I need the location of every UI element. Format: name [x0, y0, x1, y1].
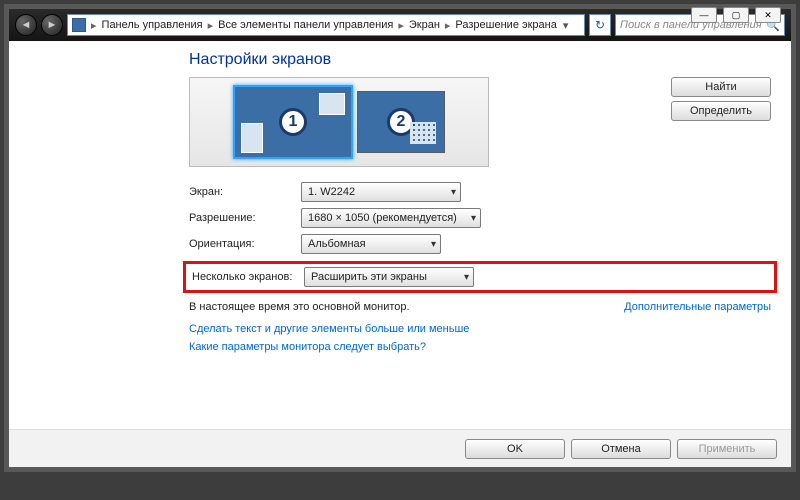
primary-monitor-note: В настоящее время это основной монитор. …	[189, 301, 771, 313]
row-multiple-displays-highlighted: Несколько экранов: Расширить эти экраны	[183, 261, 777, 293]
breadcrumb-item[interactable]: Экран	[409, 19, 440, 31]
breadcrumb-item[interactable]: Панель управления	[102, 19, 203, 31]
monitor-number: 1	[279, 108, 307, 136]
preview-buttons: Найти Определить	[671, 77, 771, 121]
display-preview-row: 1 2 Найти Определить	[189, 77, 771, 167]
minimize-button[interactable]: —	[691, 7, 717, 23]
page-title: Настройки экранов	[189, 51, 771, 69]
control-panel-icon	[72, 18, 86, 32]
monitor-1[interactable]: 1	[233, 85, 353, 159]
breadcrumb-item[interactable]: Разрешение экрана	[455, 19, 556, 31]
advanced-settings-link[interactable]: Дополнительные параметры	[624, 301, 771, 313]
grid-thumb-icon	[410, 122, 436, 144]
breadcrumb-sep: ▸	[88, 19, 100, 32]
display-preview[interactable]: 1 2	[189, 77, 489, 167]
multiple-displays-select[interactable]: Расширить эти экраны	[304, 267, 474, 287]
screen-label: Экран:	[189, 186, 301, 198]
cancel-button[interactable]: Отмена	[571, 439, 671, 459]
ok-button[interactable]: OK	[465, 439, 565, 459]
window-controls: — ▢ ✕	[691, 7, 781, 23]
detect-button[interactable]: Найти	[671, 77, 771, 97]
screen-select[interactable]: 1. W2242	[301, 182, 461, 202]
navbar: ◄ ► ▸ Панель управления ▸ Все элементы п…	[9, 9, 791, 41]
address-bar[interactable]: ▸ Панель управления ▸ Все элементы панел…	[67, 14, 585, 36]
close-button[interactable]: ✕	[755, 7, 781, 23]
window-thumb-icon	[319, 93, 345, 115]
monitor-params-link[interactable]: Какие параметры монитора следует выбрать…	[189, 341, 771, 353]
row-orientation: Ориентация: Альбомная	[189, 231, 771, 257]
help-links: Сделать текст и другие элементы больше и…	[189, 323, 771, 353]
apply-button[interactable]: Применить	[677, 439, 777, 459]
taskbar-thumb-icon	[241, 123, 263, 153]
resolution-select[interactable]: 1680 × 1050 (рекомендуется)	[301, 208, 481, 228]
refresh-button[interactable]: ↻	[589, 14, 611, 36]
maximize-button[interactable]: ▢	[723, 7, 749, 23]
resolution-label: Разрешение:	[189, 212, 301, 224]
back-button[interactable]: ◄	[15, 14, 37, 36]
orientation-select[interactable]: Альбомная	[301, 234, 441, 254]
orientation-label: Ориентация:	[189, 238, 301, 250]
identify-button[interactable]: Определить	[671, 101, 771, 121]
breadcrumb-item[interactable]: Все элементы панели управления	[218, 19, 393, 31]
row-screen: Экран: 1. W2242	[189, 179, 771, 205]
multi-label: Несколько экранов:	[192, 271, 304, 283]
settings-form: Экран: 1. W2242 Разрешение: 1680 × 1050 …	[189, 179, 771, 293]
row-resolution: Разрешение: 1680 × 1050 (рекомендуется)	[189, 205, 771, 231]
address-dropdown-icon[interactable]: ▾	[559, 19, 573, 32]
window: — ▢ ✕ ◄ ► ▸ Панель управления ▸ Все элем…	[8, 8, 792, 468]
text-size-link[interactable]: Сделать текст и другие элементы больше и…	[189, 323, 771, 335]
content-area: Настройки экранов 1 2 Найти Определить	[9, 41, 791, 467]
forward-button[interactable]: ►	[41, 14, 63, 36]
monitor-2[interactable]: 2	[357, 91, 445, 153]
note-text: В настоящее время это основной монитор.	[189, 301, 410, 313]
dialog-footer: OK Отмена Применить	[9, 429, 791, 467]
